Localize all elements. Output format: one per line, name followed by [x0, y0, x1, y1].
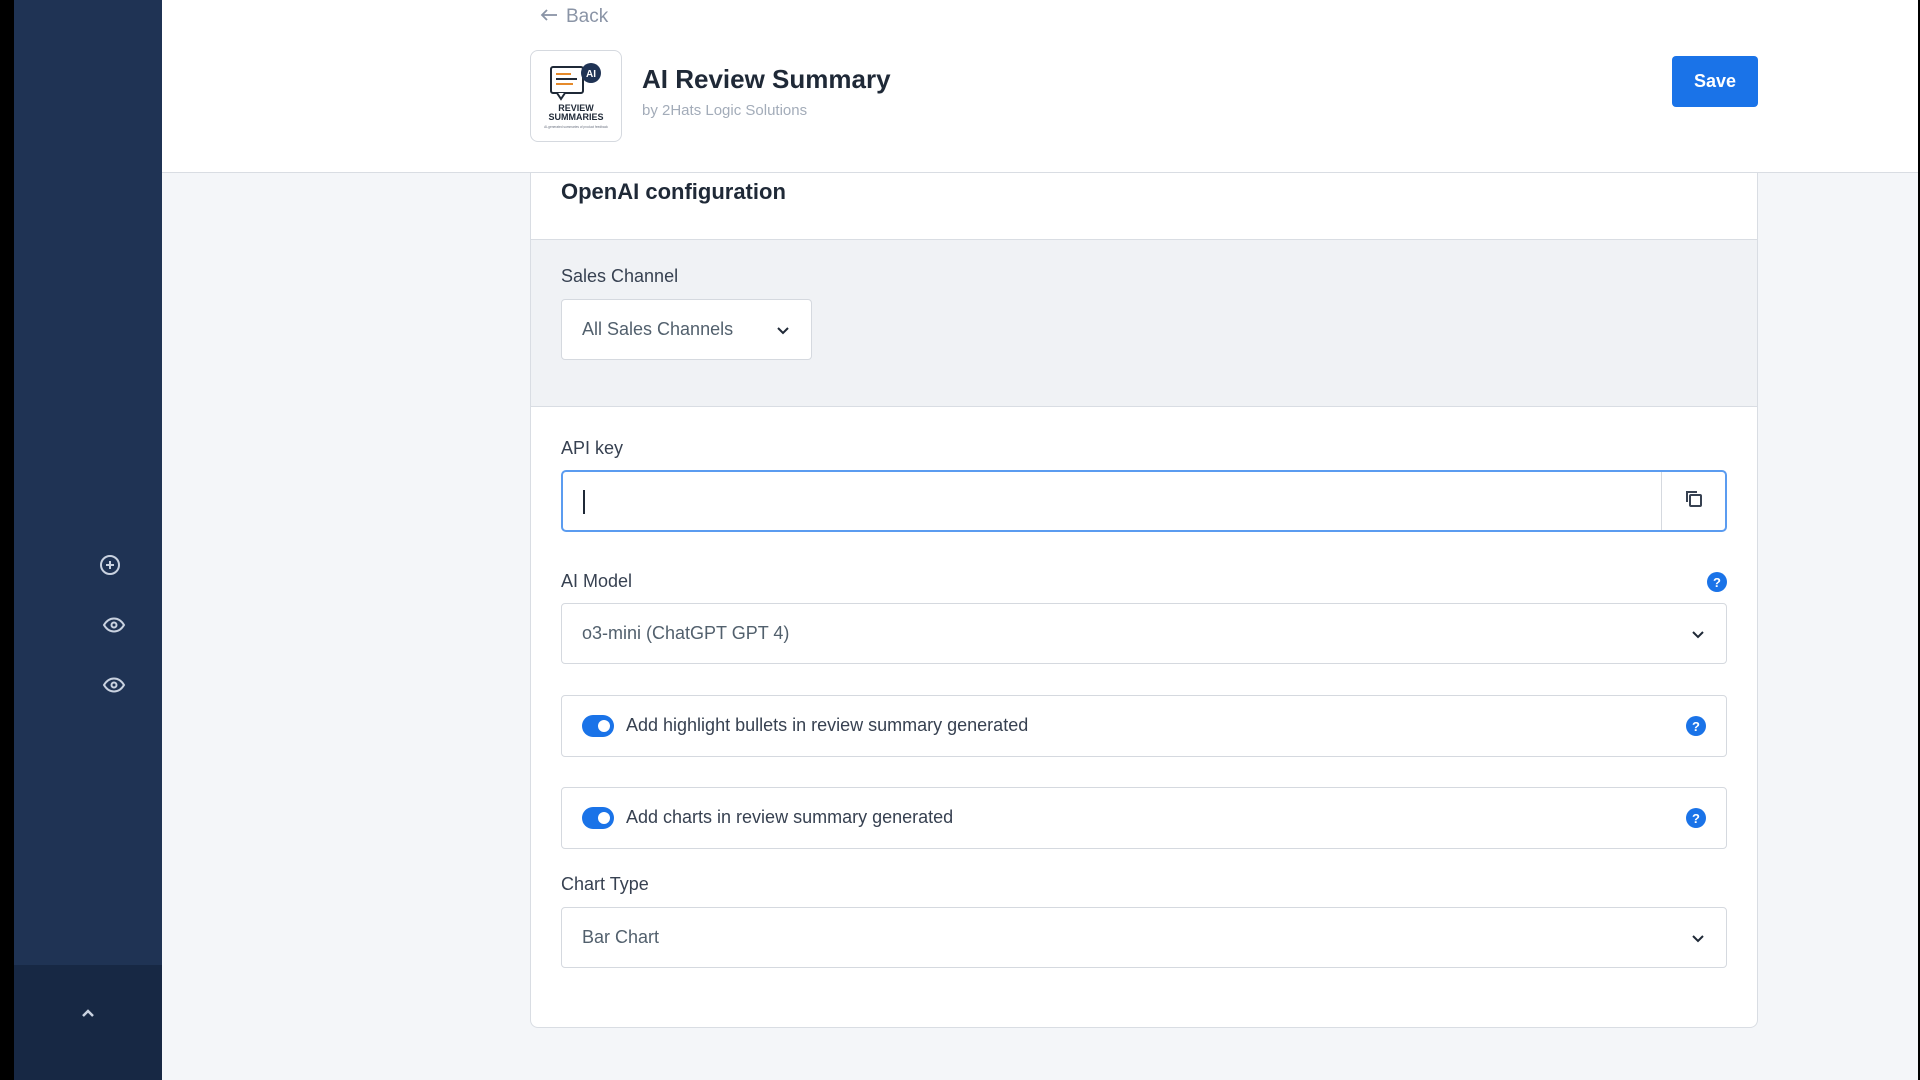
copy-button[interactable]	[1661, 472, 1725, 530]
text-caret	[583, 490, 585, 514]
add-charts-help-icon[interactable]: ?	[1686, 808, 1706, 828]
ai-model-help-icon[interactable]: ?	[1707, 572, 1727, 592]
ai-model-value: o3-mini (ChatGPT GPT 4)	[582, 623, 790, 643]
chevron-up-icon[interactable]	[75, 1001, 101, 1027]
review-summaries-logo-icon: AI REVIEW SUMMARIES AI-generated summari…	[544, 63, 608, 129]
highlight-bullets-help-icon[interactable]: ?	[1686, 716, 1706, 736]
highlight-bullets-label: Add highlight bullets in review summary …	[626, 715, 1029, 735]
svg-text:AI: AI	[586, 69, 596, 80]
openai-config-card: OpenAI configuration Sales Channel All S…	[530, 173, 1758, 1028]
chevron-down-icon	[775, 322, 791, 338]
back-label: Back	[566, 6, 609, 27]
chart-type-label: Chart Type	[561, 874, 649, 894]
sales-channel-section: Sales Channel All Sales Channels	[531, 240, 1757, 407]
app-vendor: by 2Hats Logic Solutions	[642, 102, 808, 119]
app-viewport: Back AI REVIEW SUMMARIES AI-generated su…	[0, 0, 1920, 1080]
eye-icon[interactable]	[101, 672, 127, 698]
left-edge-strip	[0, 0, 14, 1080]
chart-type-value: Bar Chart	[582, 927, 660, 947]
plus-circle-icon[interactable]	[97, 552, 123, 578]
ai-model-label: AI Model	[561, 571, 633, 591]
chevron-down-icon	[1690, 626, 1706, 642]
add-charts-label: Add charts in review summary generated	[626, 807, 954, 827]
sales-channel-value: All Sales Channels	[582, 319, 734, 339]
api-key-label: API key	[561, 438, 624, 458]
sales-channel-label: Sales Channel	[561, 266, 679, 286]
highlight-bullets-toggle[interactable]	[582, 715, 614, 737]
page-header: Back AI REVIEW SUMMARIES AI-generated su…	[162, 0, 1920, 173]
chart-type-select[interactable]: Bar Chart	[561, 907, 1727, 968]
back-link[interactable]: Back	[540, 6, 608, 28]
highlight-bullets-row: Add highlight bullets in review summary …	[561, 695, 1727, 757]
eye-icon[interactable]	[101, 612, 127, 638]
ai-model-select[interactable]: o3-mini (ChatGPT GPT 4)	[561, 603, 1727, 664]
app-logo: AI REVIEW SUMMARIES AI-generated summari…	[530, 50, 622, 142]
arrow-left-icon	[540, 6, 558, 28]
page-title: AI Review Summary	[642, 64, 891, 94]
svg-text:AI-generated summaries of prod: AI-generated summaries of product feedba…	[544, 125, 608, 129]
sales-channel-select[interactable]: All Sales Channels	[561, 299, 812, 360]
add-charts-toggle[interactable]	[582, 807, 614, 829]
chevron-down-icon	[1690, 930, 1706, 946]
api-key-field	[561, 470, 1727, 532]
card-title: OpenAI configuration	[561, 179, 786, 204]
api-key-input[interactable]	[563, 472, 1661, 530]
save-button[interactable]: Save	[1672, 56, 1758, 107]
sidebar	[14, 0, 162, 1080]
sidebar-footer	[14, 965, 162, 1080]
svg-text:SUMMARIES: SUMMARIES	[548, 112, 603, 122]
copy-icon	[1683, 488, 1705, 515]
card-header: OpenAI configuration	[531, 173, 1757, 240]
add-charts-row: Add charts in review summary generated ?	[561, 787, 1727, 849]
